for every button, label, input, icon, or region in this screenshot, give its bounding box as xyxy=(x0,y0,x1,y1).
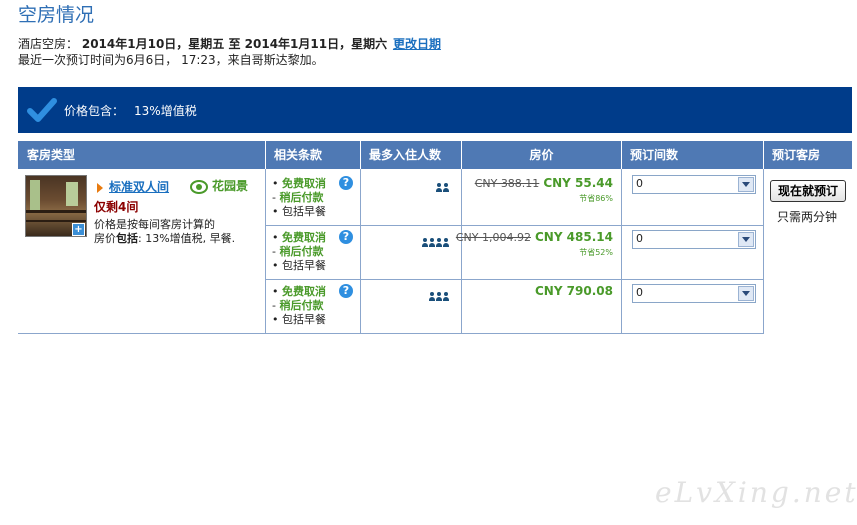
pay-later-text: 稍后付款 xyxy=(279,299,324,312)
offer-conditions: • 免费取消 - 稍后付款 • 包括早餐 xyxy=(272,177,326,218)
old-price: CNY 388.11 xyxy=(474,177,540,190)
price-banner-label: 价格包含： xyxy=(64,104,125,118)
grid-line xyxy=(265,169,266,334)
quantity-select[interactable]: 0 xyxy=(632,284,756,303)
table-header: 客房类型 相关条款 最多入住人数 房价 预订间数 预订客房 xyxy=(18,141,852,169)
checkmark-icon xyxy=(27,98,57,122)
quantity-value: 0 xyxy=(636,177,643,190)
price-note-line2: 房价包括: 13%增值税, 早餐. xyxy=(94,232,235,246)
room-name: 标准双人间 xyxy=(97,178,169,195)
occupancy-icons xyxy=(429,286,450,301)
header-price: 房价 xyxy=(461,141,621,169)
pay-later-text: 稍后付款 xyxy=(279,191,324,204)
person-icon xyxy=(443,292,449,301)
offer-price: CNY 388.11 CNY 55.44 xyxy=(475,176,613,190)
last-booking-text: 最近一次预订时间为6月6日， 17:23，来自哥斯达黎加。 xyxy=(18,53,324,67)
quantity-select[interactable]: 0 xyxy=(632,175,756,194)
saving-text: 节省52% xyxy=(579,248,613,257)
help-icon[interactable]: ? xyxy=(339,284,353,298)
watermark: eLvXing.net xyxy=(655,476,857,509)
availability-line: 酒店空房： 2014年1月10日，星期五 至 2014年1月11日，星期六 更改… xyxy=(18,35,441,52)
room-view: 花园景 xyxy=(190,177,248,194)
header-conditions: 相关条款 xyxy=(265,141,360,169)
grid-line xyxy=(18,333,764,334)
price-banner-value: 13%增值税 xyxy=(134,104,197,118)
help-icon[interactable]: ? xyxy=(339,230,353,244)
person-icon xyxy=(422,238,428,247)
price-note-line1: 价格是按每间客房计算的 xyxy=(94,218,215,231)
eye-icon xyxy=(190,179,208,194)
quantity-value: 0 xyxy=(636,286,643,299)
room-name-link[interactable]: 标准双人间 xyxy=(109,180,169,194)
grid-line xyxy=(265,279,763,280)
price-banner: 价格包含： 13%增值税 xyxy=(18,87,852,133)
offer-price: CNY 1,004.92 CNY 485.14 xyxy=(456,230,613,244)
old-price: CNY 1,004.92 xyxy=(455,231,531,244)
grid-line xyxy=(461,169,462,334)
person-icon xyxy=(443,183,449,192)
breakfast-text: 包括早餐 xyxy=(282,205,326,218)
pay-later-text: 稍后付款 xyxy=(279,245,324,258)
triangle-right-icon xyxy=(97,182,103,193)
breakfast-text: 包括早餐 xyxy=(282,313,326,326)
quantity-value: 0 xyxy=(636,232,643,245)
free-cancel-text: 免费取消 xyxy=(282,231,326,244)
header-room-type: 客房类型 xyxy=(27,148,76,162)
header-max-occupancy: 最多入住人数 xyxy=(360,141,461,169)
help-icon[interactable]: ? xyxy=(339,176,353,190)
person-icon xyxy=(436,183,442,192)
price-note-rest: : 13%增值税, 早餐. xyxy=(138,232,236,245)
breakfast-text: 包括早餐 xyxy=(282,259,326,272)
enlarge-photo-icon[interactable]: + xyxy=(72,223,85,236)
grid-line xyxy=(621,169,622,334)
availability-range: 2014年1月10日，星期五 至 2014年1月11日，星期六 xyxy=(81,37,388,51)
book-now-button[interactable]: 现在就预订 xyxy=(770,180,846,202)
quantity-select[interactable]: 0 xyxy=(632,230,756,249)
chevron-down-icon[interactable] xyxy=(738,232,754,247)
offer-price: CNY 790.08 xyxy=(531,284,613,298)
offer-conditions: • 免费取消 - 稍后付款 • 包括早餐 xyxy=(272,285,326,326)
chevron-down-icon[interactable] xyxy=(738,286,754,301)
new-price: CNY 485.14 xyxy=(534,230,613,244)
person-icon xyxy=(443,238,449,247)
grid-line xyxy=(763,169,764,334)
person-icon xyxy=(436,238,442,247)
availability-label: 酒店空房： xyxy=(18,37,79,51)
header-quantity: 预订间数 xyxy=(621,141,763,169)
person-icon xyxy=(429,292,435,301)
new-price: CNY 790.08 xyxy=(534,284,613,298)
new-price: CNY 55.44 xyxy=(543,176,613,190)
free-cancel-text: 免费取消 xyxy=(282,285,326,298)
rooms-remaining: 仅剩4间 xyxy=(94,200,139,214)
person-icon xyxy=(429,238,435,247)
occupancy-icons xyxy=(422,232,450,247)
saving-text: 节省86% xyxy=(579,194,613,203)
price-note-bold: 包括 xyxy=(116,232,138,245)
change-date-link[interactable]: 更改日期 xyxy=(393,37,441,51)
chevron-down-icon[interactable] xyxy=(738,177,754,192)
header-book: 预订客房 xyxy=(763,141,853,169)
room-view-label: 花园景 xyxy=(212,179,249,193)
page-title: 空房情况 xyxy=(18,4,95,26)
offer-conditions: • 免费取消 - 稍后付款 • 包括早餐 xyxy=(272,231,326,272)
two-minutes-note: 只需两分钟 xyxy=(777,210,838,224)
occupancy-icons xyxy=(436,177,450,192)
free-cancel-text: 免费取消 xyxy=(282,177,326,190)
grid-line xyxy=(360,169,361,334)
person-icon xyxy=(436,292,442,301)
price-note-prefix: 房价 xyxy=(94,232,116,245)
price-note: 价格是按每间客房计算的 房价包括: 13%增值税, 早餐. xyxy=(94,218,235,246)
grid-line xyxy=(265,225,763,226)
